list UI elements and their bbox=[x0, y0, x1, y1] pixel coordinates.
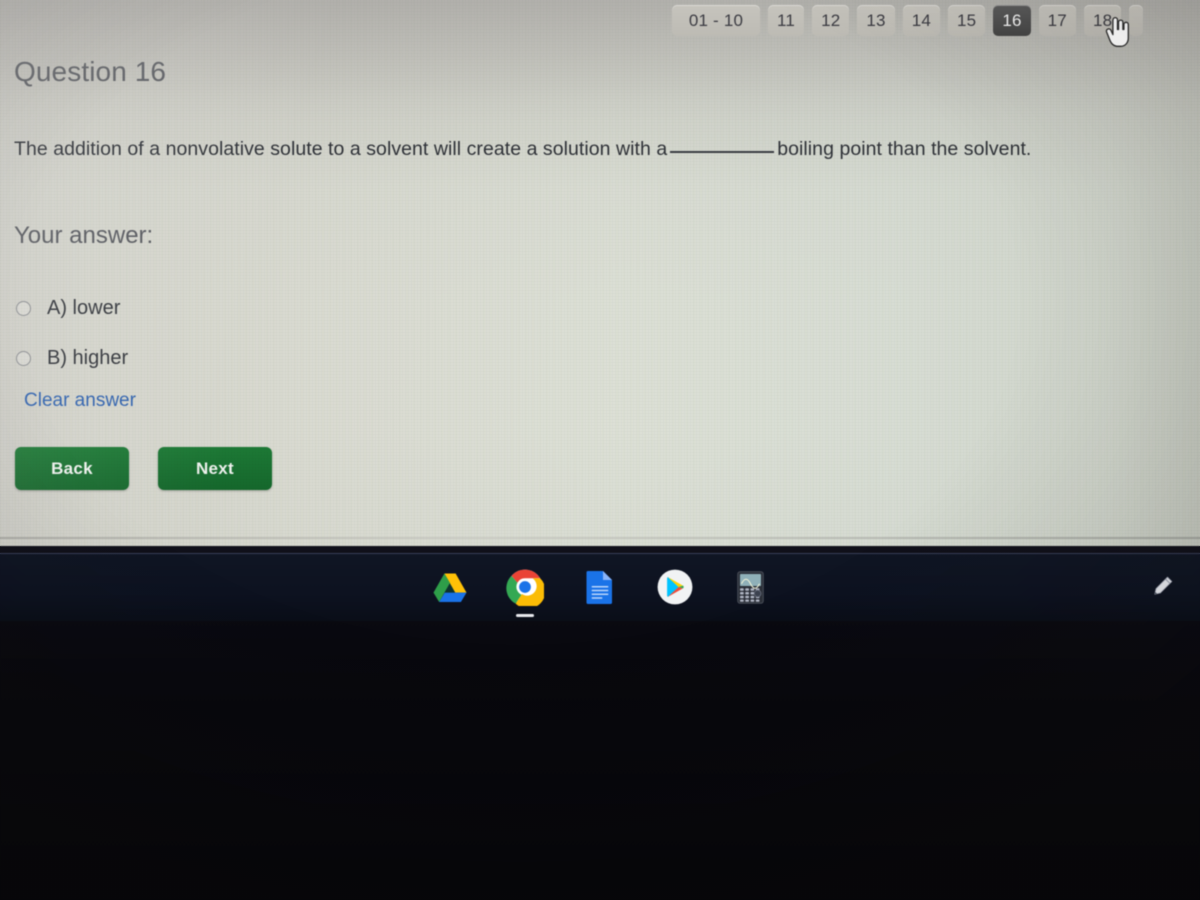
nav-button-14[interactable]: 14 bbox=[902, 4, 940, 36]
question-nav-strip: 01 - 10 11 12 13 14 15 16 17 18 bbox=[672, 1, 1144, 39]
screen-photo: 01 - 10 11 12 13 14 15 16 17 18 Question… bbox=[0, 0, 1200, 900]
stylus-icon[interactable] bbox=[1144, 567, 1182, 605]
google-docs-icon[interactable] bbox=[579, 566, 621, 608]
nav-button-11[interactable]: 11 bbox=[768, 4, 805, 36]
next-button[interactable]: Next bbox=[158, 447, 272, 490]
nav-button-16[interactable]: 16 bbox=[993, 4, 1031, 36]
back-button[interactable]: Back bbox=[15, 447, 129, 490]
your-answer-label: Your answer: bbox=[14, 222, 154, 249]
option-label-a: A) lower bbox=[47, 297, 121, 319]
option-row-a[interactable]: A) lower bbox=[16, 297, 120, 320]
form-action-row: Back Next bbox=[15, 447, 272, 490]
option-row-b[interactable]: B) higher bbox=[16, 347, 128, 370]
nav-button-17[interactable]: 17 bbox=[1038, 4, 1076, 36]
question-text: The addition of a nonvolative solute to … bbox=[14, 138, 1194, 161]
nav-button-15[interactable]: 15 bbox=[948, 4, 986, 36]
shelf-icon-row bbox=[0, 553, 1200, 621]
calculator-icon[interactable] bbox=[729, 566, 771, 608]
chrome-icon[interactable] bbox=[504, 566, 546, 617]
page-title: Question 16 bbox=[14, 56, 167, 87]
nav-button-next-clipped[interactable] bbox=[1129, 4, 1144, 36]
radio-button-a[interactable] bbox=[16, 301, 31, 316]
content-bottom-edge bbox=[0, 537, 1200, 539]
nav-button-13[interactable]: 13 bbox=[857, 4, 895, 36]
taskbar bbox=[0, 553, 1200, 621]
nav-button-01-10[interactable]: 01 - 10 bbox=[672, 4, 760, 36]
question-text-before-blank: The addition of a nonvolative solute to … bbox=[14, 138, 668, 160]
google-drive-icon[interactable] bbox=[429, 566, 471, 608]
option-label-b: B) higher bbox=[47, 347, 129, 369]
question-text-after-blank: boiling point than the solvent. bbox=[777, 138, 1032, 160]
nav-button-18[interactable]: 18 bbox=[1083, 4, 1122, 36]
answer-blank bbox=[670, 151, 775, 153]
chrome-active-indicator bbox=[516, 614, 534, 617]
clear-answer-link[interactable]: Clear answer bbox=[24, 390, 136, 412]
radio-button-b[interactable] bbox=[16, 351, 31, 366]
nav-button-12[interactable]: 12 bbox=[812, 4, 850, 36]
google-play-icon[interactable] bbox=[654, 566, 696, 608]
quiz-page: 01 - 10 11 12 13 14 15 16 17 18 Question… bbox=[0, 0, 1200, 546]
